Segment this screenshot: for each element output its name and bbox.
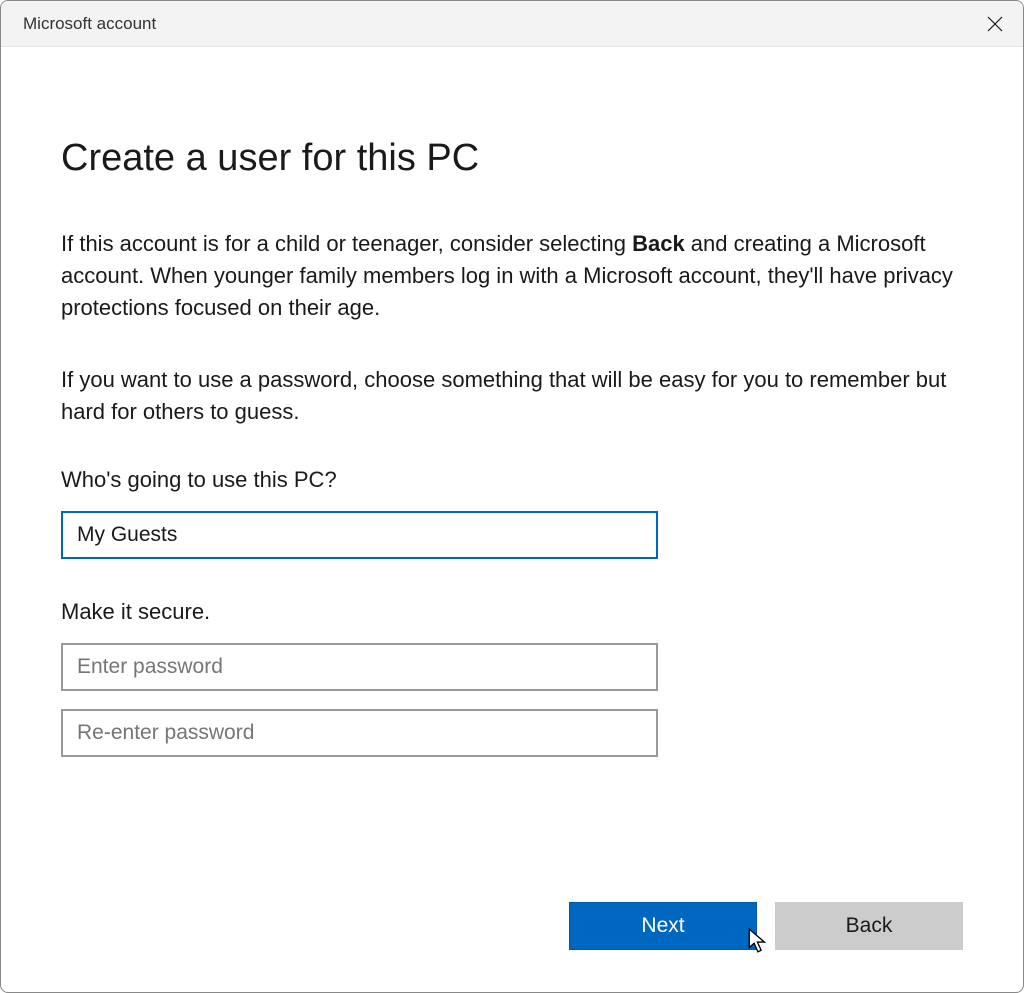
content-area: Create a user for this PC If this accoun… [1, 47, 1023, 992]
next-button[interactable]: Next [569, 902, 757, 950]
intro-text-before: If this account is for a child or teenag… [61, 231, 632, 256]
password-input[interactable] [61, 643, 658, 691]
close-icon [987, 16, 1003, 32]
titlebar: Microsoft account [1, 1, 1023, 47]
back-button[interactable]: Back [775, 902, 963, 950]
username-label: Who's going to use this PC? [61, 467, 963, 493]
window-title: Microsoft account [23, 14, 156, 34]
password-confirm-input[interactable] [61, 709, 658, 757]
dialog-window: Microsoft account Create a user for this… [0, 0, 1024, 993]
secure-label: Make it secure. [61, 599, 963, 625]
page-heading: Create a user for this PC [61, 137, 963, 180]
close-button[interactable] [967, 1, 1023, 47]
username-input[interactable] [61, 511, 658, 559]
password-hint-paragraph: If you want to use a password, choose so… [61, 364, 961, 428]
button-row: Next Back [569, 902, 963, 950]
intro-text-bold: Back [632, 231, 685, 256]
intro-paragraph: If this account is for a child or teenag… [61, 228, 961, 324]
